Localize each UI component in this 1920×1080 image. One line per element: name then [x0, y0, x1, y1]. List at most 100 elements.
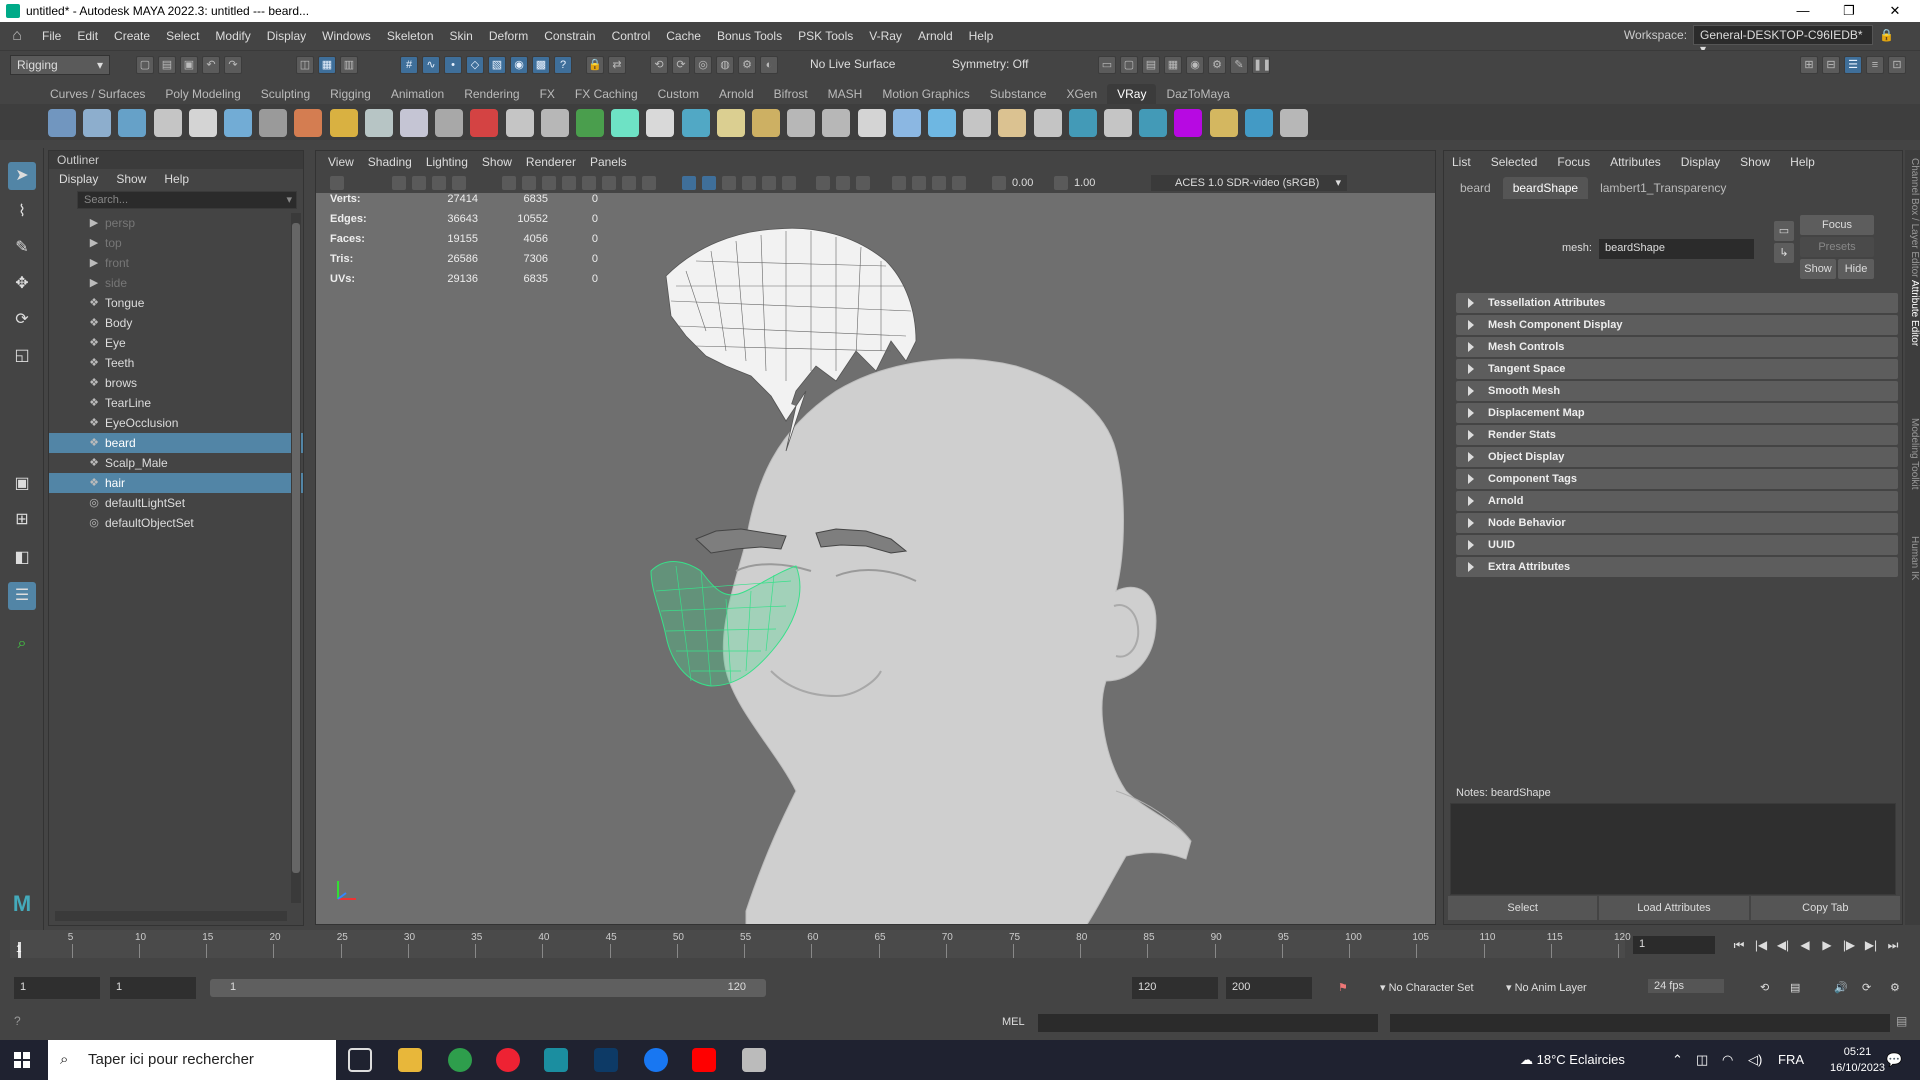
render-sequence-icon[interactable]: ▦ [1164, 56, 1182, 74]
menu-windows[interactable]: Windows [314, 29, 379, 43]
loop-icon[interactable]: ⟲ [1760, 981, 1769, 994]
select-hierarchy-icon[interactable]: ◫ [296, 56, 314, 74]
ae-tab-beard[interactable]: beard [1450, 177, 1501, 199]
grid-icon[interactable] [522, 176, 536, 190]
volume-icon[interactable]: ◁) [1748, 1040, 1762, 1080]
network-icon[interactable]: ◫ [1696, 1040, 1708, 1080]
side-tab-human-ik[interactable]: Human IK [1905, 536, 1920, 580]
default-material-icon[interactable] [722, 176, 736, 190]
youtube-icon[interactable] [692, 1048, 716, 1072]
timing-icon[interactable]: ⟳ [1862, 981, 1871, 994]
channel-box-icon[interactable]: ≡ [1866, 56, 1884, 74]
paint-select-icon[interactable]: ✎ [8, 234, 36, 262]
isolate-select-icon[interactable] [892, 176, 906, 190]
outliner-search-input[interactable]: Search... ▾ [77, 191, 297, 209]
playback-options-icon[interactable]: ▤ [1790, 981, 1800, 994]
ae-menu-show[interactable]: Show [1740, 151, 1770, 173]
new-scene-icon[interactable]: ▢ [136, 56, 154, 74]
shelf-tool-icon-22[interactable] [787, 109, 816, 137]
render-icon[interactable]: ◎ [694, 56, 712, 74]
shelf-tool-icon-4[interactable] [153, 109, 182, 137]
shelf-tab-xgen[interactable]: XGen [1056, 84, 1107, 104]
shelf-tab-fx-caching[interactable]: FX Caching [565, 84, 648, 104]
snap-make-live-icon[interactable]: ? [554, 56, 572, 74]
current-frame-field[interactable]: 1 [1633, 936, 1715, 954]
shelf-tool-icon-5[interactable] [188, 109, 217, 137]
ae-menu-selected[interactable]: Selected [1491, 151, 1538, 173]
file-explorer-icon[interactable] [398, 1048, 422, 1072]
command-input[interactable] [1038, 1014, 1378, 1032]
shelf-tab-rigging[interactable]: Rigging [320, 84, 381, 104]
outliner-menu-show[interactable]: Show [116, 169, 146, 189]
playback-start-field[interactable]: 1 [110, 977, 196, 999]
2d-pan-icon[interactable] [452, 176, 466, 190]
step-forward-key-icon[interactable]: ▶| [1862, 936, 1880, 954]
shelf-tab-daztomaya[interactable]: DazToMaya [1156, 84, 1239, 104]
shelf-tool-icon-10[interactable] [364, 109, 393, 137]
shelf-tool-icon-15[interactable] [540, 109, 569, 137]
lights-icon[interactable] [762, 176, 776, 190]
pause-icon[interactable]: ❚❚ [1252, 56, 1271, 74]
fps-dropdown[interactable]: 24 fps [1648, 979, 1724, 993]
attribute-editor-icon[interactable]: ⊟ [1822, 56, 1840, 74]
ambient-occlusion-icon[interactable] [816, 176, 830, 190]
ae-section-tessellation-attributes[interactable]: Tessellation Attributes [1456, 293, 1898, 313]
shelf-tool-icon-33[interactable] [1174, 109, 1203, 137]
gamma-value[interactable]: 1.00 [1074, 175, 1110, 191]
viewport-menu-shading[interactable]: Shading [362, 151, 418, 173]
menu-edit[interactable]: Edit [69, 29, 106, 43]
shelf-tool-icon-32[interactable] [1139, 109, 1168, 137]
shelf-tab-fx[interactable]: FX [530, 84, 565, 104]
xray-icon[interactable] [912, 176, 926, 190]
tray-chevron-icon[interactable]: ⌃ [1672, 1040, 1683, 1080]
shelf-tab-arnold[interactable]: Arnold [709, 84, 764, 104]
input-output-icon[interactable]: ⇄ [608, 56, 626, 74]
notes-field[interactable] [1450, 803, 1896, 895]
copy-tab-button[interactable]: Copy Tab [1750, 896, 1900, 920]
outliner-item-front[interactable]: ▶ front [49, 253, 303, 273]
shelf-tool-icon-20[interactable] [716, 109, 745, 137]
play-backwards-icon[interactable]: ◀ [1796, 936, 1814, 954]
viewport-menu-renderer[interactable]: Renderer [520, 151, 582, 173]
home-icon[interactable]: ⌂ [6, 25, 28, 47]
gamma-icon[interactable] [1054, 176, 1068, 190]
search-icon[interactable]: ⌕ [8, 630, 36, 658]
outliner-scrollbar[interactable] [291, 213, 301, 903]
shelf-tool-icon-3[interactable] [118, 109, 147, 137]
color-space-dropdown[interactable]: ACES 1.0 SDR-video (sRGB) ▾ [1151, 175, 1347, 191]
shelf-tool-icon-1[interactable] [48, 109, 76, 137]
range-slider[interactable]: 1 120 [210, 979, 766, 997]
xray-joints-icon[interactable] [932, 176, 946, 190]
outliner-item-beard[interactable]: ❖ beard [49, 433, 303, 453]
ae-section-smooth-mesh[interactable]: Smooth Mesh [1456, 381, 1898, 401]
shelf-tab-substance[interactable]: Substance [980, 84, 1057, 104]
task-view-icon[interactable] [348, 1048, 372, 1072]
menu-select[interactable]: Select [158, 29, 207, 43]
ae-menu-focus[interactable]: Focus [1557, 151, 1590, 173]
shelf-tool-icon-30[interactable] [1068, 109, 1097, 137]
snap-grid-2-icon[interactable]: ▩ [532, 56, 550, 74]
ae-menu-display[interactable]: Display [1681, 151, 1720, 173]
close-button[interactable]: ✕ [1872, 0, 1918, 22]
shelf-tab-curves-surfaces[interactable]: Curves / Surfaces [40, 84, 155, 104]
outliner-persp-icon[interactable]: ☰ [8, 582, 36, 610]
menu-modify[interactable]: Modify [207, 29, 258, 43]
mesh-name-field[interactable]: beardShape [1599, 239, 1754, 259]
step-forward-frame-icon[interactable]: |▶ [1840, 936, 1858, 954]
opera-icon[interactable] [496, 1048, 520, 1072]
hypershade-icon[interactable]: ◐ [760, 56, 778, 74]
outliner-menu-help[interactable]: Help [164, 169, 189, 189]
film-gate-icon[interactable] [542, 176, 556, 190]
ae-section-tangent-space[interactable]: Tangent Space [1456, 359, 1898, 379]
ae-section-render-stats[interactable]: Render Stats [1456, 425, 1898, 445]
menu-skin[interactable]: Skin [442, 29, 481, 43]
ae-menu-help[interactable]: Help [1790, 151, 1815, 173]
shelf-tool-icon-31[interactable] [1104, 109, 1132, 137]
modeling-toolkit-icon[interactable]: ⊞ [1800, 56, 1818, 74]
facebook-icon[interactable] [644, 1048, 668, 1072]
menu-control[interactable]: Control [604, 29, 659, 43]
snap-vertex-icon[interactable]: ◉ [510, 56, 528, 74]
shelf-tool-icon-23[interactable] [822, 109, 851, 137]
ae-section-extra-attributes[interactable]: Extra Attributes [1456, 557, 1898, 577]
lock-selection-icon[interactable]: 🔒 [586, 56, 604, 74]
